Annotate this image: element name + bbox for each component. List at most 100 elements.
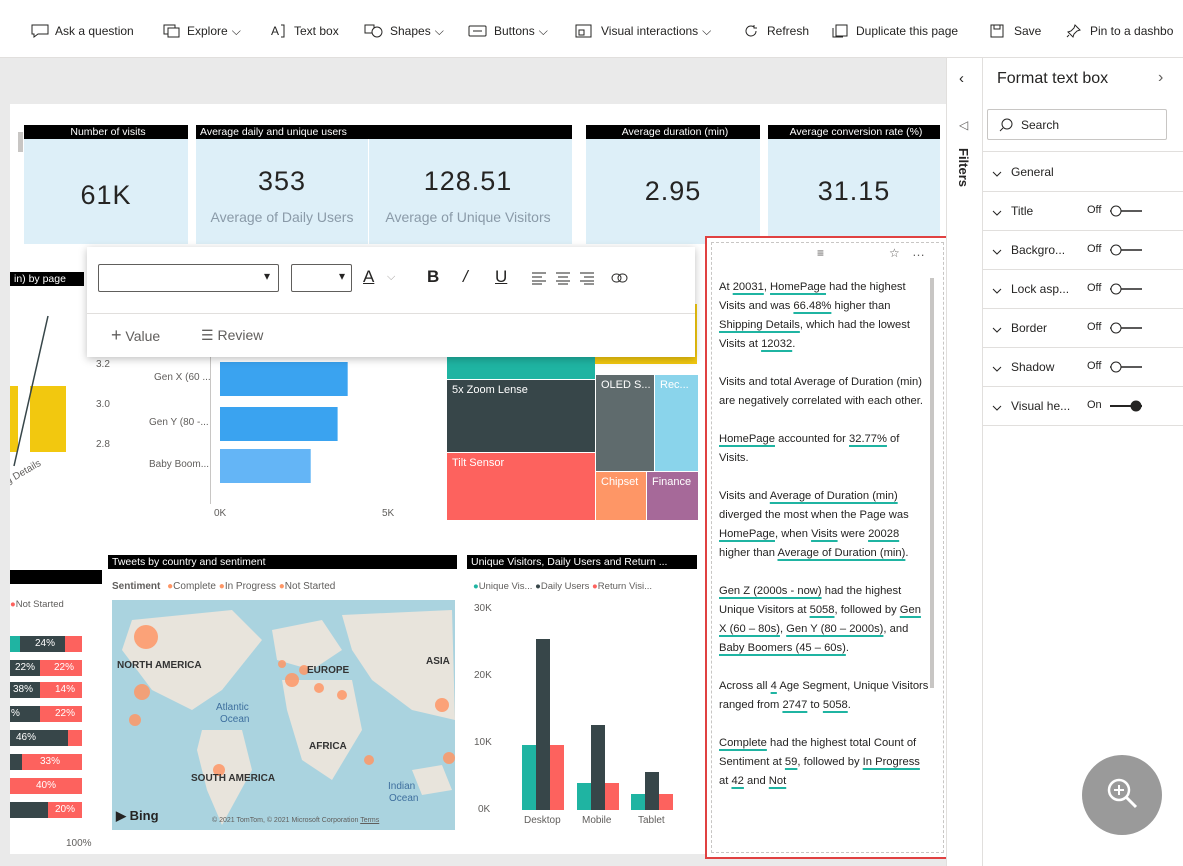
kpi-daily-users-label: Average of Daily Users bbox=[210, 209, 354, 225]
toggle-state: Off bbox=[1087, 204, 1102, 216]
treemap-tile-tilt-sensor[interactable]: Tilt Sensor bbox=[447, 453, 595, 520]
buttons-button[interactable]: Buttons ⌵ bbox=[468, 20, 548, 42]
chevron-down-icon: ▾ bbox=[338, 269, 345, 283]
format-section-6[interactable]: Visual he... On bbox=[983, 387, 1183, 426]
toggle-switch[interactable] bbox=[1108, 399, 1144, 413]
terms-link[interactable]: Terms bbox=[360, 817, 379, 824]
toggle-switch[interactable] bbox=[1108, 321, 1144, 335]
toggle-switch[interactable] bbox=[1108, 243, 1144, 257]
column-chart-legend: ●Unique Vis... ●Daily Users ●Return Visi… bbox=[473, 581, 653, 592]
format-section-4[interactable]: Border Off bbox=[983, 309, 1183, 348]
bar-xtick-5: 5K bbox=[382, 508, 395, 519]
drag-handle-icon[interactable]: ≡ bbox=[817, 246, 824, 260]
sent-axis: 100% bbox=[66, 838, 92, 849]
underline-button[interactable]: U bbox=[495, 267, 507, 287]
age-bar-chart[interactable] bbox=[210, 354, 410, 504]
resize-handle[interactable] bbox=[18, 132, 23, 152]
explore-button[interactable]: Explore ⌵ bbox=[163, 20, 241, 42]
review-button[interactable]: ☰ Review bbox=[201, 327, 263, 344]
sent-label: 20% bbox=[55, 804, 76, 815]
narrative-paragraph: Visits and Average of Duration (min) div… bbox=[719, 490, 909, 559]
format-pane: Format text box › Search General Title Off… bbox=[983, 58, 1183, 866]
column-chart-title: Unique Visitors, Daily Users and Return … bbox=[467, 555, 697, 569]
treemap-tile-chipset[interactable]: Chipset bbox=[596, 472, 646, 520]
bar bbox=[30, 386, 66, 452]
format-section-0[interactable]: General bbox=[983, 153, 1183, 192]
format-section-3[interactable]: Lock asp... Off bbox=[983, 270, 1183, 309]
chevron-down-icon[interactable]: ⌵ bbox=[387, 271, 395, 284]
text-box-button[interactable]: A Text box bbox=[270, 20, 339, 42]
toggle-switch[interactable] bbox=[1108, 282, 1144, 296]
expand-chevron-icon[interactable]: › bbox=[1158, 69, 1163, 87]
link-icon[interactable] bbox=[611, 272, 629, 284]
filters-label[interactable]: Filters bbox=[956, 148, 971, 187]
sent-label: 14% bbox=[55, 684, 76, 695]
search-placeholder: Search bbox=[1021, 118, 1060, 132]
bar-cat-genx: Gen X (60 ... bbox=[154, 372, 211, 383]
filter-collapse-icon[interactable]: ◁ bbox=[959, 118, 968, 132]
treemap-tile-rec[interactable]: Rec... bbox=[655, 375, 698, 471]
toggle-switch[interactable] bbox=[1108, 360, 1144, 374]
bar bbox=[220, 407, 338, 441]
ytick-30k: 30K bbox=[474, 603, 492, 614]
treemap-tile-oled[interactable]: OLED S... bbox=[596, 375, 654, 471]
font-family-select[interactable]: ▾ bbox=[98, 264, 279, 292]
pin-dashboard-button[interactable]: Pin to a dashbo bbox=[1066, 20, 1173, 42]
zoom-button[interactable] bbox=[1082, 755, 1162, 835]
narrative-paragraph: Gen Z (2000s - now) had the highest Uniq… bbox=[719, 585, 921, 654]
map-copyright: © 2021 TomTom, © 2021 Microsoft Corporat… bbox=[212, 817, 379, 824]
chevron-down-icon bbox=[992, 206, 1002, 220]
save-button[interactable]: Save bbox=[990, 20, 1041, 42]
chevron-down-icon bbox=[992, 245, 1002, 259]
users-column-chart[interactable] bbox=[510, 604, 700, 814]
text-format-popup: ▾ ▾ A ⌵ B / U + Value ☰ Review bbox=[87, 247, 695, 357]
more-options-icon[interactable]: … bbox=[912, 244, 925, 259]
column bbox=[550, 745, 564, 810]
align-right-icon[interactable] bbox=[579, 271, 595, 285]
format-section-2[interactable]: Backgro... Off bbox=[983, 231, 1183, 270]
search-icon bbox=[999, 118, 1013, 132]
toggle-switch[interactable] bbox=[1108, 204, 1144, 218]
align-left-icon[interactable] bbox=[531, 271, 547, 285]
narrative-paragraph: Visits and total Average of Duration (mi… bbox=[719, 376, 923, 407]
column bbox=[536, 639, 550, 810]
smart-narrative-textbox[interactable]: ≡ ☆ … At 20031, HomePage had the highest… bbox=[705, 236, 950, 859]
refresh-button[interactable]: Refresh bbox=[743, 20, 809, 42]
add-value-button[interactable]: + Value bbox=[111, 325, 160, 346]
map-label-africa: AFRICA bbox=[309, 741, 347, 752]
ask-question-button[interactable]: Ask a question bbox=[31, 20, 134, 42]
treemap-tile-zoom-lense[interactable]: 5x Zoom Lense bbox=[447, 380, 595, 452]
toggle-state: Off bbox=[1087, 321, 1102, 333]
kpi-unique-visitors-label: Average of Unique Visitors bbox=[385, 209, 551, 225]
italic-button[interactable]: / bbox=[463, 267, 468, 287]
toggle-state: On bbox=[1087, 399, 1102, 411]
treemap-tile-finance[interactable]: Finance bbox=[647, 472, 698, 520]
format-pane-title: Format text box bbox=[997, 70, 1109, 87]
search-input[interactable]: Search bbox=[987, 109, 1167, 140]
refresh-label: Refresh bbox=[767, 24, 810, 38]
ask-question-label: Ask a question bbox=[55, 24, 134, 38]
format-section-1[interactable]: Title Off bbox=[983, 192, 1183, 231]
collapse-chevron-icon[interactable]: ‹ bbox=[959, 70, 964, 87]
shapes-button[interactable]: Shapes ⌵ bbox=[364, 20, 444, 42]
bar-cat-boomers: Baby Boom... bbox=[149, 459, 210, 470]
col-cat-tablet: Tablet bbox=[638, 815, 665, 826]
map-label-asia: ASIA bbox=[426, 656, 450, 667]
duplicate-page-button[interactable]: Duplicate this page bbox=[832, 20, 958, 42]
column bbox=[631, 794, 645, 810]
align-center-icon[interactable] bbox=[555, 271, 571, 285]
format-section-5[interactable]: Shadow Off bbox=[983, 348, 1183, 387]
font-color-button[interactable]: A bbox=[363, 267, 374, 287]
text-box-icon: A bbox=[271, 24, 285, 38]
buttons-label: Buttons bbox=[494, 24, 535, 38]
bar-xtick-0: 0K bbox=[214, 508, 227, 519]
pin-icon[interactable]: ☆ bbox=[889, 246, 900, 260]
visual-interactions-button[interactable]: Visual interactions ⌵ bbox=[575, 20, 711, 42]
filters-pane-collapsed[interactable]: ‹ ◁ Filters bbox=[946, 58, 983, 866]
list-icon: ☰ bbox=[201, 327, 214, 343]
map-label-ocean: Ocean bbox=[220, 714, 250, 725]
bold-button[interactable]: B bbox=[427, 267, 439, 287]
left-combo-chart[interactable] bbox=[10, 286, 90, 496]
font-size-select[interactable]: ▾ bbox=[291, 264, 352, 292]
section-label: Backgro... bbox=[1011, 243, 1066, 257]
